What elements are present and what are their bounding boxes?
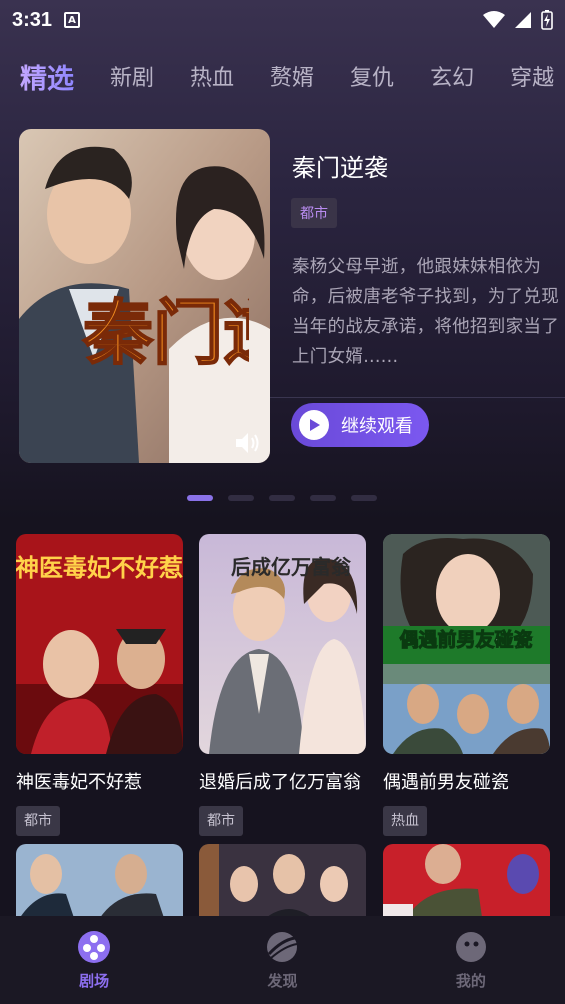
poster-char-1: 秦门逆袭 bbox=[82, 291, 249, 374]
profile-face-icon bbox=[455, 932, 486, 962]
tab-revenge[interactable]: 复仇 bbox=[350, 60, 394, 92]
volume-icon[interactable] bbox=[234, 431, 260, 455]
tab-action[interactable]: 热血 bbox=[190, 60, 234, 92]
theater-reel-icon bbox=[78, 931, 111, 963]
status-time: 3:31 bbox=[12, 8, 53, 31]
featured-poster[interactable]: 秦门逆袭 bbox=[19, 129, 270, 463]
carousel-dot[interactable] bbox=[351, 495, 377, 501]
drama-card[interactable]: 神医毒妃不好惹 神医毒妃不好惹 都市 bbox=[16, 534, 183, 836]
notification-icon: A bbox=[64, 12, 81, 28]
continue-watching-button[interactable]: 继续观看 bbox=[291, 403, 429, 447]
drama-poster[interactable] bbox=[383, 844, 550, 924]
tab-son-in-law[interactable]: 赘婿 bbox=[270, 60, 314, 92]
featured-title[interactable]: 秦门逆袭 bbox=[292, 148, 388, 183]
drama-poster[interactable]: 神医毒妃不好惹 bbox=[16, 534, 183, 754]
continue-watching-label: 继续观看 bbox=[341, 416, 413, 437]
tab-time-travel[interactable]: 穿越 bbox=[510, 60, 554, 92]
wifi-icon bbox=[483, 11, 505, 28]
category-tabs: 精选 新剧 热血 赘婿 复仇 玄幻 穿越 bbox=[0, 52, 565, 100]
planet-icon bbox=[267, 932, 298, 962]
drama-poster[interactable] bbox=[199, 844, 366, 924]
divider bbox=[270, 397, 565, 398]
bottom-navigation: 剧场 发现 我的 bbox=[0, 916, 565, 1004]
drama-card[interactable]: 后成亿万富翁 退婚后成了亿万富翁 都市 bbox=[199, 534, 366, 836]
carousel-dot[interactable] bbox=[228, 495, 254, 501]
drama-poster-title-art: 神医毒妃不好惹 bbox=[16, 553, 183, 582]
featured-poster-title-art: 秦门逆袭 bbox=[81, 290, 249, 375]
drama-poster[interactable]: 偶遇前男友碰瓷 bbox=[383, 534, 550, 754]
drama-title[interactable]: 退婚后成了亿万富翁 bbox=[199, 768, 366, 794]
drama-poster[interactable]: 后成亿万富翁 bbox=[199, 534, 366, 754]
tab-featured[interactable]: 精选 bbox=[20, 57, 74, 96]
nav-profile-label: 我的 bbox=[455, 972, 486, 990]
play-icon bbox=[299, 410, 329, 440]
drama-title[interactable]: 神医毒妃不好惹 bbox=[16, 768, 183, 794]
carousel-dot[interactable] bbox=[310, 495, 336, 501]
signal-icon bbox=[515, 12, 531, 28]
featured-description: 秦杨父母早逝，他跟妹妹相依为命，后被唐老爷子找到，为了兑现当年的战友承诺，将他招… bbox=[292, 257, 559, 367]
drama-genre-tag: 热血 bbox=[383, 806, 427, 836]
carousel-indicator bbox=[187, 495, 377, 501]
nav-theater[interactable]: 剧场 bbox=[0, 916, 188, 1004]
drama-poster-title-art: 偶遇前男友碰瓷 bbox=[399, 628, 532, 651]
nav-profile[interactable]: 我的 bbox=[377, 916, 565, 1004]
status-bar: 3:31 A bbox=[0, 0, 565, 40]
drama-genre-tag: 都市 bbox=[199, 806, 243, 836]
drama-card[interactable]: 偶遇前男友碰瓷 偶遇前男友碰瓷 热血 bbox=[383, 534, 550, 836]
battery-icon bbox=[541, 10, 553, 30]
nav-discover-label: 发现 bbox=[267, 972, 298, 990]
carousel-dot[interactable] bbox=[187, 495, 213, 501]
drama-title[interactable]: 偶遇前男友碰瓷 bbox=[383, 768, 550, 794]
drama-poster[interactable] bbox=[16, 844, 183, 924]
carousel-dot[interactable] bbox=[269, 495, 295, 501]
tab-new[interactable]: 新剧 bbox=[110, 60, 154, 92]
tab-fantasy[interactable]: 玄幻 bbox=[430, 60, 474, 92]
nav-discover[interactable]: 发现 bbox=[188, 916, 376, 1004]
featured-genre-tag: 都市 bbox=[291, 198, 337, 228]
nav-theater-label: 剧场 bbox=[79, 972, 110, 990]
drama-genre-tag: 都市 bbox=[16, 806, 60, 836]
drama-poster-title-art: 后成亿万富翁 bbox=[231, 555, 352, 579]
